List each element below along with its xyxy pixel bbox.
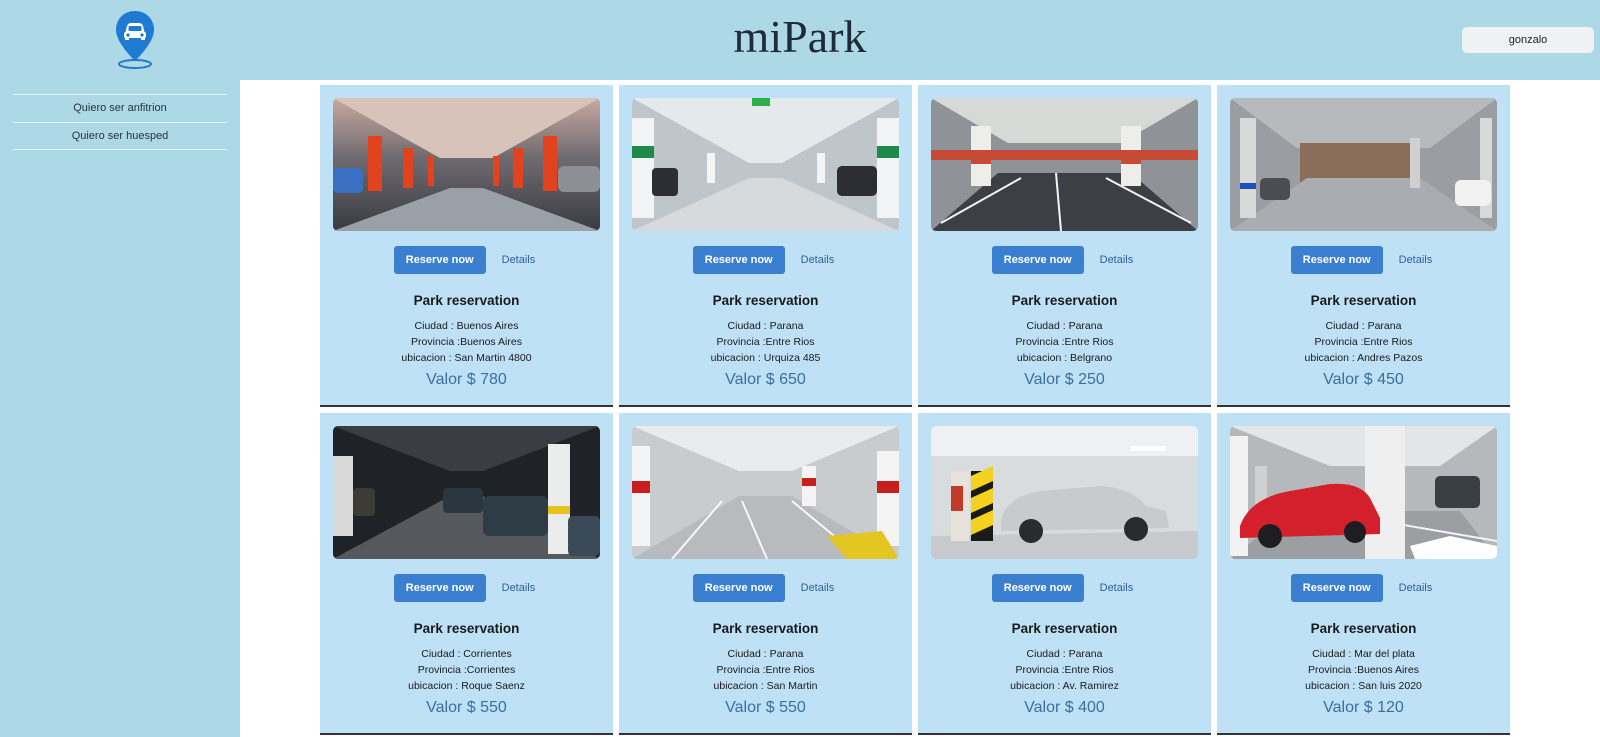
sidebar-item-huesped[interactable]: Quiero ser huesped: [13, 122, 227, 150]
card-title: Park reservation: [712, 293, 819, 308]
card-price: Valor $ 780: [426, 371, 507, 388]
card-provincia: Provincia :Corrientes: [417, 664, 516, 676]
parking-photo: [1230, 426, 1497, 559]
details-link[interactable]: Details: [1096, 254, 1138, 266]
card-ubicacion: ubicacion : San Martin: [713, 680, 818, 692]
card-title: Park reservation: [413, 293, 520, 308]
details-link[interactable]: Details: [498, 582, 540, 594]
card-info: Ciudad : Mar del plata Provincia :Buenos…: [1217, 646, 1510, 694]
parking-card: Reserve now Details Park reservation Ciu…: [619, 413, 912, 735]
card-ciudad: Ciudad : Parana: [727, 648, 804, 660]
parking-photo: [632, 426, 899, 559]
card-ciudad: Ciudad : Corrientes: [421, 648, 512, 660]
card-price: Valor $ 650: [725, 371, 806, 388]
card-actions: Reserve now Details: [1217, 574, 1510, 602]
card-provincia: Provincia :Entre Rios: [1015, 664, 1114, 676]
card-price: Valor $ 400: [1024, 699, 1105, 716]
parking-photo: [333, 426, 600, 559]
card-price: Valor $ 550: [426, 699, 507, 716]
details-link[interactable]: Details: [1096, 582, 1138, 594]
card-provincia: Provincia :Entre Rios: [1314, 336, 1413, 348]
card-ciudad: Ciudad : Parana: [1026, 320, 1103, 332]
user-menu-button[interactable]: gonzalo: [1462, 27, 1594, 53]
card-actions: Reserve now Details: [320, 574, 613, 602]
parking-card: Reserve now Details Park reservation Ciu…: [320, 413, 613, 735]
reserve-now-button[interactable]: Reserve now: [393, 574, 486, 602]
card-ubicacion: ubicacion : Urquiza 485: [710, 352, 821, 364]
card-info: Ciudad : Parana Provincia :Entre Rios ub…: [918, 318, 1211, 366]
details-link[interactable]: Details: [797, 254, 839, 266]
app-header: miPark gonzalo: [0, 0, 1600, 80]
card-info: Ciudad : Parana Provincia :Entre Rios ub…: [619, 318, 912, 366]
card-actions: Reserve now Details: [320, 246, 613, 274]
card-ubicacion: ubicacion : Belgrano: [1016, 352, 1113, 364]
card-title: Park reservation: [1011, 621, 1118, 636]
card-info: Ciudad : Buenos Aires Provincia :Buenos …: [320, 318, 613, 366]
parking-card: Reserve now Details Park reservation Ciu…: [918, 413, 1211, 735]
card-ubicacion: ubicacion : Roque Saenz: [408, 680, 525, 692]
card-info: Ciudad : Parana Provincia :Entre Rios ub…: [918, 646, 1211, 694]
card-actions: Reserve now Details: [1217, 246, 1510, 274]
card-price: Valor $ 450: [1323, 371, 1404, 388]
parking-card: Reserve now Details Park reservation Ciu…: [918, 85, 1211, 407]
reserve-now-button[interactable]: Reserve now: [393, 246, 486, 274]
parking-card: Reserve now Details Park reservation Ciu…: [1217, 413, 1510, 735]
card-ciudad: Ciudad : Parana: [1325, 320, 1402, 332]
parking-photo: [632, 98, 899, 231]
details-link[interactable]: Details: [1395, 582, 1437, 594]
parking-photo: [931, 426, 1198, 559]
card-actions: Reserve now Details: [918, 246, 1211, 274]
card-title: Park reservation: [1310, 621, 1417, 636]
parking-photo: [333, 98, 600, 231]
parking-card-grid: Reserve now Details Park reservation Ciu…: [320, 85, 1516, 735]
parking-card: Reserve now Details Park reservation Ciu…: [619, 85, 912, 407]
card-ubicacion: ubicacion : San luis 2020: [1305, 680, 1422, 692]
card-title: Park reservation: [1011, 293, 1118, 308]
parking-photo: [931, 98, 1198, 231]
card-price: Valor $ 550: [725, 699, 806, 716]
app-title: miPark: [733, 11, 867, 62]
card-actions: Reserve now Details: [619, 246, 912, 274]
card-price: Valor $ 250: [1024, 371, 1105, 388]
parking-card: Reserve now Details Park reservation Ciu…: [320, 85, 613, 407]
card-actions: Reserve now Details: [918, 574, 1211, 602]
car-location-pin-logo[interactable]: [113, 9, 157, 69]
card-price: Valor $ 120: [1323, 699, 1404, 716]
card-ciudad: Ciudad : Mar del plata: [1312, 648, 1415, 660]
card-ubicacion: ubicacion : Av. Ramirez: [1010, 680, 1119, 692]
reserve-now-button[interactable]: Reserve now: [692, 574, 785, 602]
details-link[interactable]: Details: [498, 254, 540, 266]
reserve-now-button[interactable]: Reserve now: [1290, 574, 1383, 602]
card-info: Ciudad : Corrientes Provincia :Corriente…: [320, 646, 613, 694]
reserve-now-button[interactable]: Reserve now: [1290, 246, 1383, 274]
parking-photo: [1230, 98, 1497, 231]
card-title: Park reservation: [413, 621, 520, 636]
main-content: Reserve now Details Park reservation Ciu…: [240, 80, 1600, 737]
card-provincia: Provincia :Buenos Aires: [411, 336, 522, 348]
card-info: Ciudad : Parana Provincia :Entre Rios ub…: [1217, 318, 1510, 366]
card-title: Park reservation: [1310, 293, 1417, 308]
card-ubicacion: ubicacion : Andres Pazos: [1304, 352, 1423, 364]
card-info: Ciudad : Parana Provincia :Entre Rios ub…: [619, 646, 912, 694]
details-link[interactable]: Details: [797, 582, 839, 594]
card-provincia: Provincia :Entre Rios: [1015, 336, 1114, 348]
card-provincia: Provincia :Entre Rios: [716, 336, 815, 348]
reserve-now-button[interactable]: Reserve now: [991, 574, 1084, 602]
card-ciudad: Ciudad : Parana: [727, 320, 804, 332]
reserve-now-button[interactable]: Reserve now: [991, 246, 1084, 274]
sidebar-nav: Quiero ser anfitrion Quiero ser huesped: [13, 94, 227, 150]
sidebar-item-anfitrion[interactable]: Quiero ser anfitrion: [13, 94, 227, 122]
reserve-now-button[interactable]: Reserve now: [692, 246, 785, 274]
card-provincia: Provincia :Entre Rios: [716, 664, 815, 676]
details-link[interactable]: Details: [1395, 254, 1437, 266]
card-ciudad: Ciudad : Buenos Aires: [414, 320, 519, 332]
parking-card: Reserve now Details Park reservation Ciu…: [1217, 85, 1510, 407]
card-provincia: Provincia :Buenos Aires: [1308, 664, 1419, 676]
card-ubicacion: ubicacion : San Martin 4800: [401, 352, 532, 364]
card-ciudad: Ciudad : Parana: [1026, 648, 1103, 660]
card-actions: Reserve now Details: [619, 574, 912, 602]
card-title: Park reservation: [712, 621, 819, 636]
